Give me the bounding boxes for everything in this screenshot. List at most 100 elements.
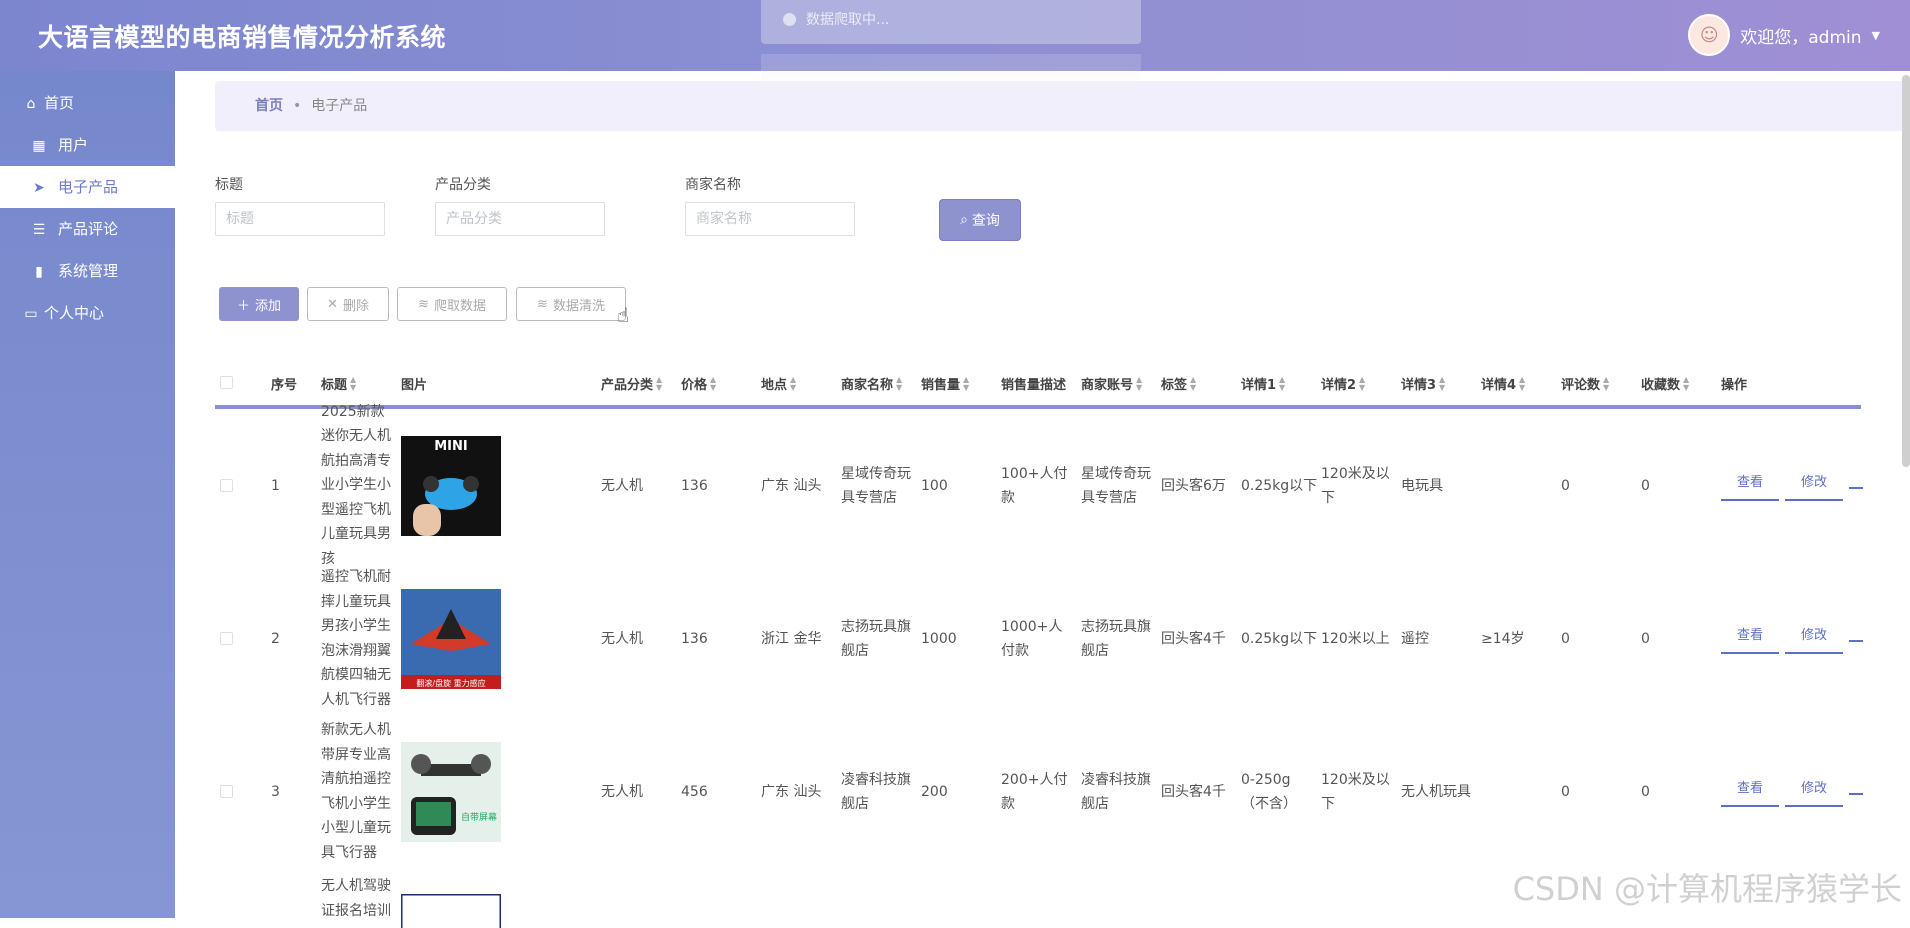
- sidebar-item-label: 用户: [58, 136, 89, 154]
- vertical-scrollbar[interactable]: [1902, 75, 1910, 467]
- sort-icon: ▲ ▼: [1439, 375, 1446, 392]
- row-location: 浙江 金华: [761, 630, 822, 647]
- sidebar-item-electronics[interactable]: ➤ 电子产品: [0, 166, 175, 208]
- loading-toast: 数据爬取中...: [761, 0, 1141, 44]
- sort-icon: ▲ ▼: [1683, 375, 1690, 392]
- clean-data-button[interactable]: ≋ 数据清洗: [516, 287, 626, 321]
- row-sales-desc: 200+人付款: [1001, 771, 1068, 812]
- row-actions: 查看 修改: [1721, 715, 1863, 868]
- column-header-index: 序号: [271, 378, 298, 393]
- sort-icon: ▲ ▼: [1519, 375, 1526, 392]
- sidebar-item-home[interactable]: ⌂ 首页: [0, 82, 175, 124]
- sidebar: ⌂ 首页 ▦ 用户 ➤ 电子产品 ☰ 产品评论 ▮ 系统管理 ▭ 个人中心: [0, 71, 175, 918]
- avatar[interactable]: ☺: [1688, 14, 1731, 56]
- id-card-icon: ▭: [24, 306, 38, 322]
- delete-button-label: 删除: [342, 298, 369, 314]
- sort-icon: ▲ ▼: [710, 375, 717, 392]
- column-header-sales[interactable]: 销售量 ▲ ▼: [921, 367, 969, 405]
- row-image: [401, 894, 501, 928]
- row-sales: 200: [921, 783, 948, 800]
- column-header-location[interactable]: 地点 ▲ ▼: [761, 367, 796, 405]
- column-header-detail1[interactable]: 详情1 ▲ ▼: [1241, 367, 1285, 405]
- column-header-detail2[interactable]: 详情2 ▲ ▼: [1321, 367, 1365, 405]
- row-title: 无人机驾驶证报名培训: [321, 878, 391, 919]
- column-header-detail4[interactable]: 详情4 ▲ ▼: [1481, 367, 1525, 405]
- sidebar-item-profile[interactable]: ▭ 个人中心: [0, 292, 175, 334]
- column-header-detail3[interactable]: 详情3 ▲ ▼: [1401, 367, 1445, 405]
- table-header: 序号 标题 ▲ ▼ 图片 产品分类 ▲ ▼ 价格 ▲ ▼ 地点 ▲ ▼ 商家名称 ▲ ▼ 销售量 ▲ ▼…: [215, 367, 1861, 409]
- column-header-price[interactable]: 价格 ▲ ▼: [681, 367, 716, 405]
- row-sales: 100: [921, 477, 948, 494]
- sidebar-item-label: 首页: [44, 94, 75, 112]
- sort-icon: ▲ ▼: [963, 375, 970, 392]
- sidebar-item-reviews[interactable]: ☰ 产品评论: [0, 208, 175, 250]
- close-icon: ✕: [327, 296, 338, 312]
- view-button[interactable]: 查看: [1721, 777, 1779, 807]
- breadcrumb: 首页 • 电子产品: [215, 81, 1905, 131]
- row-detail2: 120米以上: [1321, 630, 1390, 647]
- sidebar-item-system[interactable]: ▮ 系统管理: [0, 250, 175, 292]
- sidebar-item-users[interactable]: ▦ 用户: [0, 124, 175, 166]
- view-button[interactable]: 查看: [1721, 471, 1779, 501]
- chevron-down-icon[interactable]: ▼: [1872, 29, 1880, 42]
- row-detail3: 遥控: [1401, 630, 1429, 647]
- row-account: 凌睿科技旗舰店: [1081, 771, 1151, 812]
- row-detail2: 120米及以下: [1321, 465, 1390, 506]
- more-action-button[interactable]: [1849, 483, 1863, 489]
- row-checkbox[interactable]: [220, 715, 233, 868]
- breadcrumb-home[interactable]: 首页: [255, 98, 283, 114]
- row-merchant: 星域传奇玩具专营店: [841, 465, 911, 506]
- row-image: 翻滚/盘旋 重力感应: [401, 562, 501, 715]
- crawl-data-button[interactable]: ≋ 爬取数据: [397, 287, 507, 321]
- list-icon: ☰: [32, 222, 46, 238]
- edit-button[interactable]: 修改: [1785, 777, 1843, 807]
- edit-button[interactable]: 修改: [1785, 624, 1843, 654]
- row-price: 136: [681, 477, 708, 494]
- more-action-button[interactable]: [1849, 636, 1863, 642]
- row-price: 456: [681, 783, 708, 800]
- row-sales: 1000: [921, 630, 957, 647]
- column-header-category[interactable]: 产品分类 ▲ ▼: [601, 367, 662, 405]
- category-filter-input[interactable]: [435, 202, 605, 236]
- toast-text: 数据爬取中...: [806, 12, 890, 28]
- row-detail3: 电玩具: [1401, 477, 1443, 494]
- sort-icon: ▲ ▼: [896, 375, 903, 392]
- user-menu[interactable]: ☺ 欢迎您，admin ▼: [1688, 14, 1880, 56]
- row-detail1: 0.25kg以下: [1241, 630, 1318, 647]
- row-checkbox[interactable]: [220, 409, 233, 562]
- row-price: 136: [681, 630, 708, 647]
- column-header-tag[interactable]: 标签 ▲ ▼: [1161, 367, 1196, 405]
- column-header-sales-desc: 销售量描述: [1001, 378, 1067, 393]
- app-title: 大语言模型的电商销售情况分析系统: [38, 23, 447, 52]
- add-button[interactable]: ＋ 添加: [219, 287, 299, 321]
- user-greeting[interactable]: 欢迎您，admin: [1740, 23, 1861, 48]
- column-header-comments[interactable]: 评论数 ▲ ▼: [1561, 367, 1609, 405]
- row-account: 志扬玩具旗舰店: [1081, 618, 1151, 659]
- row-comments: 0: [1561, 783, 1570, 800]
- product-image: 翻滚/盘旋 重力感应: [401, 588, 501, 689]
- title-filter-label: 标题: [215, 177, 243, 193]
- row-detail1: 0-250g（不含）: [1241, 771, 1297, 812]
- more-action-button[interactable]: [1849, 789, 1863, 795]
- column-header-account[interactable]: 商家账号 ▲ ▼: [1081, 367, 1142, 405]
- select-all-checkbox[interactable]: [220, 367, 233, 405]
- sort-icon: ▲ ▼: [1603, 375, 1610, 392]
- row-checkbox[interactable]: [220, 562, 233, 715]
- row-detail2: 120米及以下: [1321, 771, 1390, 812]
- column-header-actions: 操作: [1721, 378, 1748, 393]
- breadcrumb-current: 电子产品: [311, 98, 368, 114]
- column-header-merchant[interactable]: 商家名称 ▲ ▼: [841, 367, 902, 405]
- edit-button[interactable]: 修改: [1785, 471, 1843, 501]
- row-favorites: 0: [1641, 783, 1650, 800]
- sort-icon: ▲ ▼: [1279, 375, 1286, 392]
- row-location: 广东 汕头: [761, 783, 822, 800]
- query-button[interactable]: ⌕ 查询: [939, 199, 1021, 241]
- title-filter-input[interactable]: [215, 202, 385, 236]
- row-actions: 查看 修改: [1721, 562, 1863, 715]
- merchant-filter-input[interactable]: [685, 202, 855, 236]
- view-button[interactable]: 查看: [1721, 624, 1779, 654]
- table-row: 2 遥控飞机耐摔儿童玩具男孩小学生泡沫滑翔翼航模四轴无人机飞行器 翻滚/盘旋 重…: [215, 562, 1863, 715]
- row-title: 2025新款迷你无人机航拍高清专业小学生小型遥控飞机儿童玩具男孩: [321, 403, 391, 567]
- delete-button[interactable]: ✕ 删除: [307, 287, 389, 321]
- column-header-favorites[interactable]: 收藏数 ▲ ▼: [1641, 367, 1689, 405]
